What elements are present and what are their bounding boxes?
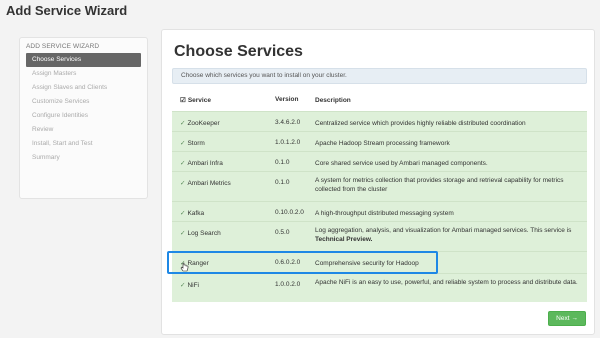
table-row[interactable]: ✓ NiFi 1.0.0.2.0 Apache NiFi is an easy t…	[172, 273, 587, 302]
description-cell: Apache NiFi is an easy to use, powerful,…	[315, 279, 578, 286]
info-message: Choose which services you want to instal…	[172, 68, 587, 84]
header-version: Version	[275, 96, 299, 103]
service-cell: ✓ Ambari Metrics	[180, 179, 231, 187]
header-service: ☑ Service	[180, 96, 211, 104]
version-cell: 0.5.0	[275, 229, 290, 236]
checkbox-icon[interactable]: ✓	[180, 120, 185, 127]
wizard-sidebar: ADD SERVICE WIZARD Choose Services Assig…	[19, 37, 148, 199]
service-cell: ✓ Ambari Infra	[180, 159, 223, 167]
table-row[interactable]: ✓ ZooKeeper 3.4.6.2.0 Centralized service…	[172, 111, 587, 131]
service-name: Kafka	[187, 210, 205, 217]
table-row[interactable]: ✓ Storm 1.0.1.2.0 Apache Hadoop Stream pr…	[172, 131, 587, 151]
version-cell: 0.1.0	[275, 159, 290, 166]
sidebar-item-summary: Summary	[32, 154, 60, 161]
table-row[interactable]: ✓ Log Search 0.5.0 Log aggregation, analy…	[172, 221, 587, 251]
sidebar-item-choose-services[interactable]: Choose Services	[26, 53, 141, 67]
sidebar-item-customize-services: Customize Services	[32, 98, 90, 105]
service-name: Ambari Infra	[187, 160, 223, 167]
description-cell: Apache Hadoop Stream processing framewor…	[315, 140, 450, 147]
sidebar-heading: ADD SERVICE WIZARD	[26, 43, 100, 50]
checkbox-icon[interactable]: ✓	[180, 260, 185, 267]
service-name: Log Search	[187, 230, 221, 237]
description-cell: A system for metrics collection that pro…	[315, 177, 564, 193]
services-table: ☑ Service Version Description ✓ ZooKeeper …	[172, 96, 587, 302]
version-cell: 0.10.0.2.0	[275, 209, 304, 216]
header-service-label: Service	[187, 97, 211, 104]
checkbox-icon[interactable]: ✓	[180, 230, 185, 237]
table-row[interactable]: ✓ Ambari Infra 0.1.0 Core shared service …	[172, 151, 587, 171]
service-name: Ranger	[187, 260, 209, 267]
service-cell: ✓ Storm	[180, 139, 205, 147]
technical-preview-label: Technical Preview.	[315, 236, 373, 243]
checkbox-icon[interactable]: ✓	[180, 282, 185, 289]
checkbox-icon[interactable]: ✓	[180, 160, 185, 167]
checkbox-icon[interactable]: ✓	[180, 180, 185, 187]
sidebar-item-review: Review	[32, 126, 54, 133]
table-row[interactable]: ✓ Kafka 0.10.0.2.0 A high-throughput dist…	[172, 201, 587, 221]
table-row[interactable]: ✓ Ambari Metrics 0.1.0 A system for metri…	[172, 171, 587, 201]
service-name: ZooKeeper	[187, 120, 220, 127]
service-cell: ✓ Kafka	[180, 209, 204, 217]
service-name: NiFi	[187, 282, 200, 289]
description-cell: Core shared service used by Ambari manag…	[315, 160, 488, 167]
version-cell: 1.0.1.2.0	[275, 139, 301, 146]
sidebar-item-assign-slaves: Assign Slaves and Clients	[32, 84, 108, 91]
main-panel: Choose Services Choose which services yo…	[161, 29, 595, 335]
description-cell: Log aggregation, analysis, and visualiza…	[315, 226, 585, 244]
description-text: Log aggregation, analysis, and visualiza…	[315, 227, 572, 234]
service-cell: ✓ NiFi	[180, 281, 199, 289]
service-cell: ✓ ZooKeeper	[180, 119, 220, 127]
version-cell: 0.6.0.2.0	[275, 259, 301, 266]
select-all-checkbox-icon[interactable]: ☑	[180, 97, 186, 104]
sidebar-item-assign-masters: Assign Masters	[32, 70, 77, 77]
description-cell: Comprehensive security for Hadoop	[315, 260, 419, 267]
service-cell: ✓ Ranger	[180, 259, 209, 267]
sidebar-item-configure-identities: Configure Identities	[32, 112, 89, 119]
version-cell: 1.0.0.2.0	[275, 281, 301, 288]
service-name: Storm	[187, 140, 205, 147]
description-cell: Centralized service which provides highl…	[315, 120, 526, 127]
checkbox-icon[interactable]: ✓	[180, 140, 185, 147]
service-name: Ambari Metrics	[187, 180, 231, 187]
next-button[interactable]: Next →	[548, 311, 586, 326]
table-header: ☑ Service Version Description	[172, 96, 587, 111]
sidebar-item-install: Install, Start and Test	[32, 140, 93, 147]
version-cell: 0.1.0	[275, 179, 290, 186]
section-title: Choose Services	[174, 43, 303, 60]
page-title: Add Service Wizard	[6, 3, 128, 18]
header-description: Description	[315, 97, 351, 104]
checkbox-icon[interactable]: ✓	[180, 210, 185, 217]
description-cell: A high-throughput distributed messaging …	[315, 210, 454, 217]
table-row-ranger[interactable]: ✓ Ranger 0.6.0.2.0 Comprehensive security…	[172, 251, 587, 273]
version-cell: 3.4.6.2.0	[275, 119, 301, 126]
service-cell: ✓ Log Search	[180, 229, 221, 237]
